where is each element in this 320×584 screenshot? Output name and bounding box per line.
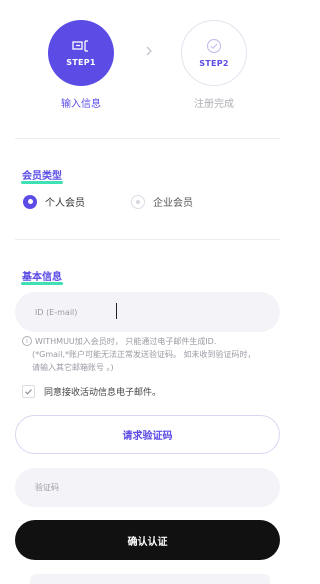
id-email-placeholder: ID (E-mail) [35,307,78,317]
info-icon: i [22,336,32,346]
radio-personal-member[interactable]: 个人会员 [23,194,85,209]
next-section-peek [30,574,270,584]
consent-label: 同意接收活动信息电子邮件。 [44,388,162,398]
radio-business-member[interactable]: 企业会员 [131,194,193,209]
note-line1: WITHMUU加入会员时， 只能通过电子邮件生成ID. [35,337,217,346]
member-type-title: 会员类型 [21,167,63,184]
step1-circle: STEP1 [48,20,114,86]
step-indicator: STEP1 STEP2 输入信息 注册完成 [0,0,300,120]
text-caret [116,303,117,319]
verification-code-input[interactable]: 验证码 [15,468,280,507]
basic-info-title: 基本信息 [21,268,63,285]
step2-label: STEP2 [199,59,229,68]
note-line2: (*Gmail,*账户可能无法正常发送验证码。 如未收到验证码时， [32,350,256,359]
id-email-input[interactable]: ID (E-mail) [15,292,280,332]
divider [15,138,280,139]
check-icon [25,389,32,395]
radio-selected-icon [23,194,37,209]
card-icon [72,40,88,52]
divider [15,239,280,240]
radio-unselected-icon [131,194,145,209]
radio-label: 企业会员 [153,198,193,209]
confirm-verification-button[interactable]: 确认认证 [15,520,280,560]
step1-caption: 输入信息 [61,99,101,110]
step2-circle: STEP2 [181,20,247,86]
check-circle-icon [206,38,222,54]
chevron-right-icon [146,46,152,56]
id-notes: i WITHMUU加入会员时， 只能通过电子邮件生成ID. (*Gmail,*账… [22,335,282,374]
radio-label: 个人会员 [45,198,85,209]
email-consent-checkbox[interactable]: 同意接收活动信息电子邮件。 [22,385,161,398]
request-code-button[interactable]: 请求验证码 [15,415,280,454]
code-placeholder: 验证码 [35,483,59,492]
note-line3: 请输入其它邮箱账号 。) [32,363,114,372]
step2-caption: 注册完成 [194,99,234,110]
step1-label: STEP1 [66,58,96,67]
checkbox-icon [22,385,35,398]
